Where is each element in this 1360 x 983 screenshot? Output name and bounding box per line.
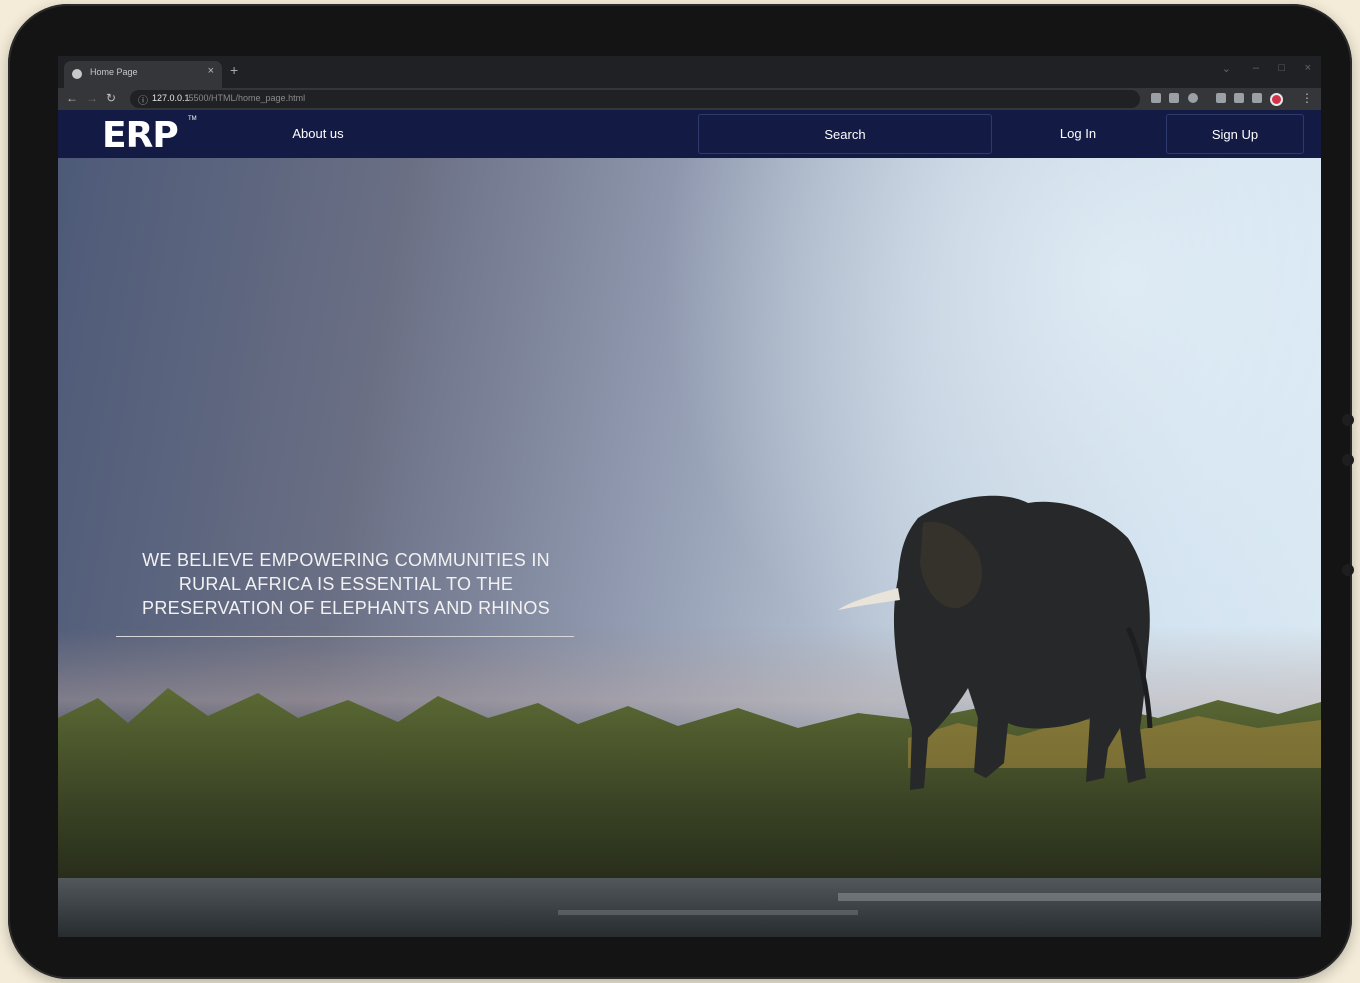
sign-up-button[interactable]: Sign Up [1166, 114, 1304, 154]
headline-divider [116, 636, 574, 637]
back-icon[interactable]: ← [66, 91, 78, 105]
window-close-icon[interactable]: × [1305, 62, 1311, 74]
site-logo[interactable]: ERP [102, 118, 179, 154]
elephant-image [838, 495, 1153, 790]
search-button[interactable]: Search [698, 114, 992, 154]
tablet-side-button [1342, 414, 1354, 426]
tab-title: Home Page [90, 67, 138, 77]
sidepanel-icon[interactable] [1252, 93, 1262, 103]
browser-tab[interactable]: Home Page × [64, 61, 222, 88]
address-bar[interactable]: ⓘ 127.0.0.1 :5500/HTML/home_page.html [130, 90, 1140, 108]
globe-icon [72, 69, 82, 79]
profile-avatar-icon[interactable] [1270, 93, 1283, 106]
hero-banner: WE BELIEVE EMPOWERING COMMUNITIES IN RUR… [58, 158, 1321, 937]
site-navbar: ERP TM About us Search Log In Sign Up [58, 110, 1321, 158]
new-tab-button[interactable]: + [230, 62, 238, 78]
info-icon[interactable]: ⓘ [138, 92, 148, 107]
share-icon[interactable] [1151, 93, 1161, 103]
log-in-link[interactable]: Log In [1038, 114, 1118, 154]
hero-headline: WE BELIEVE EMPOWERING COMMUNITIES IN RUR… [142, 550, 550, 618]
close-icon[interactable]: × [208, 65, 214, 77]
tablet-side-button [1342, 564, 1354, 576]
forward-icon[interactable]: → [86, 91, 98, 105]
cast-icon[interactable] [1216, 93, 1226, 103]
bookmark-star-icon[interactable] [1188, 93, 1198, 103]
url-host: 127.0.0.1 [152, 93, 190, 103]
browser-tab-bar: Home Page × + ⌄ – □ × [58, 56, 1321, 88]
tablet-side-button [1342, 454, 1354, 466]
url-path: :5500/HTML/home_page.html [186, 93, 306, 103]
browser-toolbar: ← → ↻ ⓘ 127.0.0.1 :5500/HTML/home_page.h… [58, 88, 1321, 110]
about-us-link[interactable]: About us [278, 114, 358, 154]
screenshot-icon[interactable] [1169, 93, 1179, 103]
extensions-icon[interactable] [1234, 93, 1244, 103]
tablet-frame: Home Page × + ⌄ – □ × ← → ↻ ⓘ 127.0.0.1 … [8, 4, 1354, 979]
reload-icon[interactable]: ↻ [106, 91, 116, 105]
trademark-mark: TM [188, 116, 197, 122]
chevron-down-icon[interactable]: ⌄ [1222, 62, 1231, 75]
kebab-menu-icon[interactable]: ⋮ [1301, 91, 1313, 105]
maximize-icon[interactable]: □ [1278, 62, 1285, 74]
screen: Home Page × + ⌄ – □ × ← → ↻ ⓘ 127.0.0.1 … [58, 56, 1321, 937]
minimize-icon[interactable]: – [1253, 62, 1259, 74]
